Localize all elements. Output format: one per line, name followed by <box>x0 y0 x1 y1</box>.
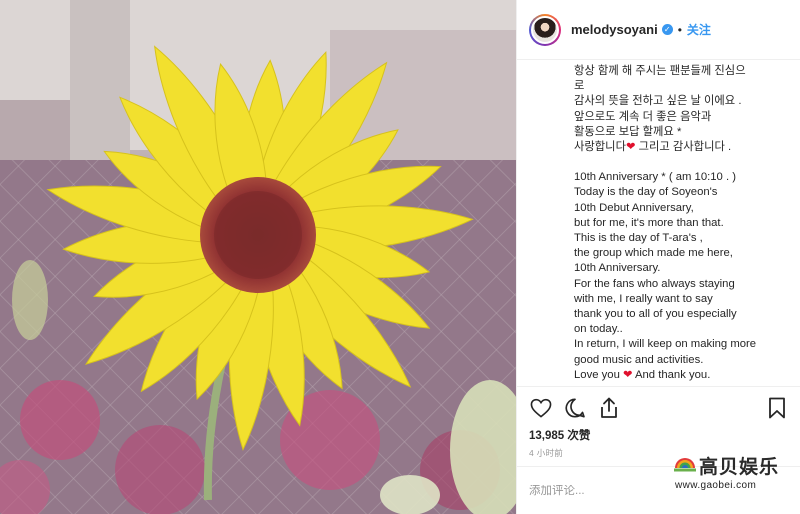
caption-line: 10th Anniversary. <box>574 262 661 275</box>
caption-line: on today.. <box>574 323 623 336</box>
verified-badge-icon: ✓ <box>661 24 673 35</box>
caption-line: This is the day of T-ara's , <box>574 232 703 245</box>
caption-line: but for me, it's more than that. <box>574 216 724 229</box>
follow-button[interactable]: 关注 <box>687 21 711 38</box>
sunflower-image <box>0 0 516 514</box>
caption-line: with me, I really want to say <box>574 292 713 305</box>
caption-text: 사랑합니다 <box>574 141 626 154</box>
caption-line: 감사의 뜻을 전하고 싶은 날 이에요 . <box>574 95 742 108</box>
post-side-panel: melodysoyani ✓ • 关注 항상 함께 해 주시는 팬분들께 진심으… <box>516 0 800 514</box>
caption-line: 앞으로도 계속 더 좋은 음악과 <box>574 110 712 123</box>
caption-line: Love you ❤ And thank you. <box>574 368 794 383</box>
caption-gap <box>574 155 794 170</box>
caption-line: 사랑합니다❤ 그리고 감사합니다 . <box>574 140 794 155</box>
post-header: melodysoyani ✓ • 关注 <box>517 0 800 60</box>
caption-text: 그리고 감사합니다 . <box>635 141 732 154</box>
save-button[interactable] <box>765 396 789 420</box>
caption-line: In return, I will keep on making more <box>574 338 757 351</box>
caption-line: the group which made me here, <box>574 247 733 260</box>
watermark-logo-icon <box>674 458 696 472</box>
like-count-label: 次赞 <box>567 430 591 442</box>
caption-line: Today is the day of Soyeon's <box>574 186 718 199</box>
caption-text: Love you <box>574 368 620 381</box>
watermark-url: www.gaobei.com <box>675 480 757 491</box>
avatar-image <box>531 15 559 44</box>
caption-scrollbar[interactable] <box>795 60 797 382</box>
comment-bubble-icon <box>565 397 585 418</box>
caption-line: 10th Debut Anniversary, <box>574 201 694 214</box>
caption-line: For the fans who always staying <box>574 277 735 290</box>
comment-input[interactable] <box>529 484 659 497</box>
site-watermark: 高贝娱乐 www.gaobei.com <box>673 452 797 500</box>
share-upload-icon <box>601 397 617 418</box>
caption-text: And thank you. <box>632 368 711 381</box>
bookmark-icon <box>769 397 785 418</box>
post-caption: 항상 함께 해 주시는 팬분들께 진심으 로 감사의 뜻을 전하고 싶은 날 이… <box>574 64 794 384</box>
share-button[interactable] <box>597 396 621 420</box>
like-count-number: 13,985 <box>529 430 565 442</box>
caption-line: 10th Anniversary * ( am 10:10 . ) <box>574 171 737 184</box>
post-timestamp[interactable]: 4 小时前 <box>529 447 563 459</box>
like-count[interactable]: 13,985 次赞 <box>529 427 590 443</box>
username-link[interactable]: melodysoyani <box>571 22 658 37</box>
like-button[interactable] <box>529 396 553 420</box>
caption-line: 활동으로 보답 할께요 * <box>574 125 682 138</box>
caption-line: 항상 함께 해 주시는 팬분들께 진심으 <box>574 65 746 77</box>
watermark-title: 高贝娱乐 <box>699 456 780 478</box>
post-photo[interactable] <box>0 0 516 514</box>
comment-button[interactable] <box>563 396 587 420</box>
separator-dot: • <box>677 22 682 37</box>
action-bar <box>517 386 800 428</box>
caption-line: 로 <box>574 80 585 93</box>
caption-line: good music and activities. <box>574 353 704 366</box>
heart-outline-icon <box>530 398 552 418</box>
avatar[interactable] <box>529 13 561 46</box>
caption-line: thank you to all of you especially <box>574 308 737 321</box>
